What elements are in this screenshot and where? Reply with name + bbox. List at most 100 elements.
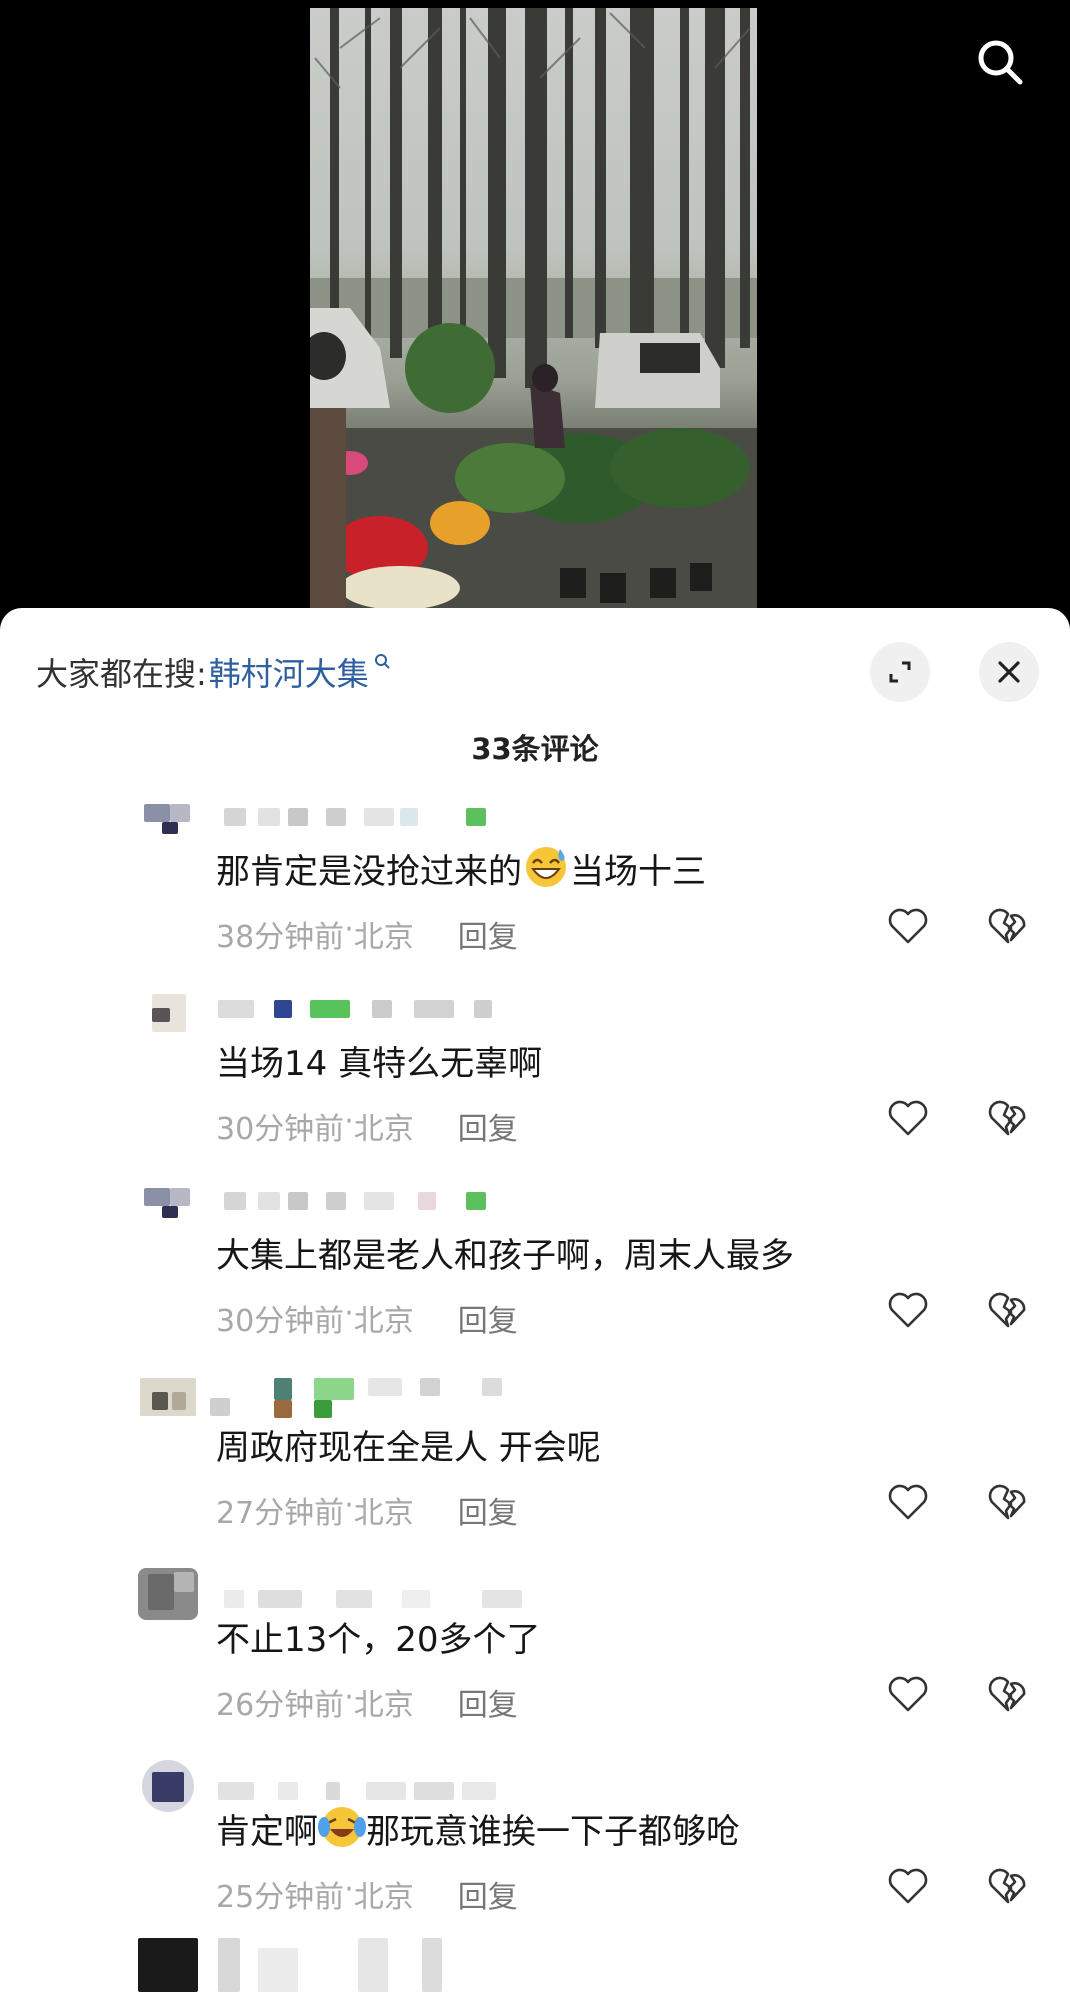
comment-item: 当场14 真特么无辜啊 30分钟前 · 北京 回复 (0, 992, 1070, 1184)
comment-location: 北京 (353, 1304, 414, 1339)
expand-button[interactable] (870, 642, 930, 702)
comment-time: 30分钟前 (216, 1112, 345, 1147)
comment-text-part: 当场十三 (570, 852, 706, 892)
comment-meta: 30分钟前 · 北京 回复 (216, 1104, 518, 1148)
like-button[interactable] (880, 1090, 936, 1146)
meta-separator: · (344, 1680, 354, 1715)
broken-heart-icon (988, 1484, 1026, 1520)
avatar[interactable] (138, 800, 198, 842)
avatar[interactable] (138, 1376, 198, 1418)
dislike-button[interactable] (980, 1282, 1036, 1338)
comment-location: 北京 (353, 920, 414, 955)
dislike-button[interactable] (980, 1090, 1036, 1146)
comment-meta: 38分钟前 · 北京 回复 (216, 912, 518, 956)
meta-separator: · (344, 1488, 354, 1523)
dislike-button[interactable] (980, 898, 1036, 954)
comment-item: 大集上都是老人和孩子啊，周末人最多 30分钟前 · 北京 回复 (0, 1184, 1070, 1376)
comment-text: 周政府现在全是人 开会呢 (216, 1420, 601, 1469)
comment-time: 30分钟前 (216, 1304, 345, 1339)
close-button[interactable] (979, 642, 1039, 702)
video-frame[interactable] (310, 8, 757, 608)
heart-icon (888, 1484, 928, 1520)
comment-text-part: 那玩意谁挨一下子都够呛 (366, 1812, 740, 1852)
comment-text: 肯定啊 那玩意谁挨一下子都够呛 (216, 1804, 740, 1853)
comment-text-part: 不止13个，20多个了 (216, 1620, 541, 1660)
comment-meta: 30分钟前 · 北京 回复 (216, 1296, 518, 1340)
comment-item: 肯定啊 那玩意谁挨一下子都够呛 25分钟前 · 北京 回复 (0, 1760, 1070, 1952)
comment-meta: 25分钟前 · 北京 回复 (216, 1872, 518, 1916)
comment-location: 北京 (353, 1880, 414, 1915)
comment-count-title: 33条评论 (471, 732, 599, 766)
heart-icon (888, 1868, 928, 1904)
comment-location: 北京 (353, 1688, 414, 1723)
comment-text-part: 大集上都是老人和孩子啊，周末人最多 (216, 1236, 794, 1276)
expand-icon (889, 661, 911, 683)
crying-laughing-emoji (318, 1807, 366, 1847)
reply-button[interactable]: 回复 (458, 1104, 518, 1148)
video-player[interactable] (0, 0, 1070, 620)
comment-item: 周政府现在全是人 开会呢 27分钟前 · 北京 回复 (0, 1376, 1070, 1568)
like-button[interactable] (880, 1282, 936, 1338)
grinning-sweat-emoji (526, 847, 566, 887)
hot-search-bar: 大家都在搜: 韩村河大集 (36, 644, 393, 700)
hot-search-term-link[interactable]: 韩村河大集 (209, 649, 369, 695)
comment-text: 当场14 真特么无辜啊 (216, 1036, 542, 1085)
small-search-icon (374, 654, 390, 669)
close-icon (998, 661, 1020, 683)
search-button[interactable] (968, 30, 1032, 94)
meta-separator: · (344, 1104, 354, 1139)
username-blurred[interactable] (218, 1192, 518, 1214)
avatar[interactable] (138, 1938, 198, 1992)
comment-location: 北京 (353, 1496, 414, 1531)
dislike-button[interactable] (980, 1474, 1036, 1530)
comment-time: 38分钟前 (216, 920, 345, 955)
comment-text: 大集上都是老人和孩子啊，周末人最多 (216, 1228, 794, 1277)
comment-meta: 27分钟前 · 北京 回复 (216, 1488, 518, 1532)
like-button[interactable] (880, 898, 936, 954)
comment-time: 26分钟前 (216, 1688, 345, 1723)
broken-heart-icon (988, 908, 1026, 944)
like-button[interactable] (880, 1474, 936, 1530)
like-button[interactable] (880, 1666, 936, 1722)
broken-heart-icon (988, 1868, 1026, 1904)
reply-button[interactable]: 回复 (458, 1488, 518, 1532)
username-blurred[interactable] (218, 1768, 518, 1800)
heart-icon (888, 1676, 928, 1712)
meta-separator: · (344, 912, 354, 947)
username-blurred[interactable] (218, 1938, 518, 1992)
avatar[interactable] (138, 1568, 198, 1620)
hot-search-prefix: 大家都在搜: (36, 655, 207, 693)
meta-separator: · (344, 1296, 354, 1331)
comment-time: 25分钟前 (216, 1880, 345, 1915)
comment-item-partial (0, 1938, 1070, 1992)
broken-heart-icon (988, 1292, 1026, 1328)
username-blurred[interactable] (218, 1576, 522, 1608)
reply-button[interactable]: 回复 (458, 1296, 518, 1340)
comment-item: 那肯定是没抢过来的 当场十三 38分钟前 · 北京 回复 (0, 800, 1070, 992)
comment-text-part: 那肯定是没抢过来的 (216, 852, 522, 892)
reply-button[interactable]: 回复 (458, 1680, 518, 1724)
comment-location: 北京 (353, 1112, 414, 1147)
reply-button[interactable]: 回复 (458, 1872, 518, 1916)
meta-separator: · (344, 1872, 354, 1907)
username-blurred[interactable] (210, 1378, 518, 1418)
reply-button[interactable]: 回复 (458, 912, 518, 956)
heart-icon (888, 1100, 928, 1136)
comment-text-part: 肯定啊 (216, 1812, 318, 1852)
market-scene-image (310, 8, 757, 608)
heart-icon (888, 1292, 928, 1328)
like-button[interactable] (880, 1858, 936, 1914)
comment-text: 不止13个，20多个了 (216, 1612, 541, 1661)
dislike-button[interactable] (980, 1858, 1036, 1914)
comment-text: 那肯定是没抢过来的 当场十三 (216, 844, 706, 893)
username-blurred[interactable] (218, 808, 518, 830)
username-blurred[interactable] (218, 1000, 518, 1022)
comment-sheet: 大家都在搜: 韩村河大集 33条评论 那肯定是没抢过来的 当场十三 38分钟前 … (0, 608, 1070, 1992)
avatar[interactable] (138, 992, 198, 1034)
comment-text-part: 周政府现在全是人 开会呢 (216, 1428, 601, 1468)
dislike-button[interactable] (980, 1666, 1036, 1722)
comment-time: 27分钟前 (216, 1496, 345, 1531)
avatar[interactable] (142, 1760, 194, 1812)
avatar[interactable] (138, 1184, 198, 1226)
heart-icon (888, 908, 928, 944)
